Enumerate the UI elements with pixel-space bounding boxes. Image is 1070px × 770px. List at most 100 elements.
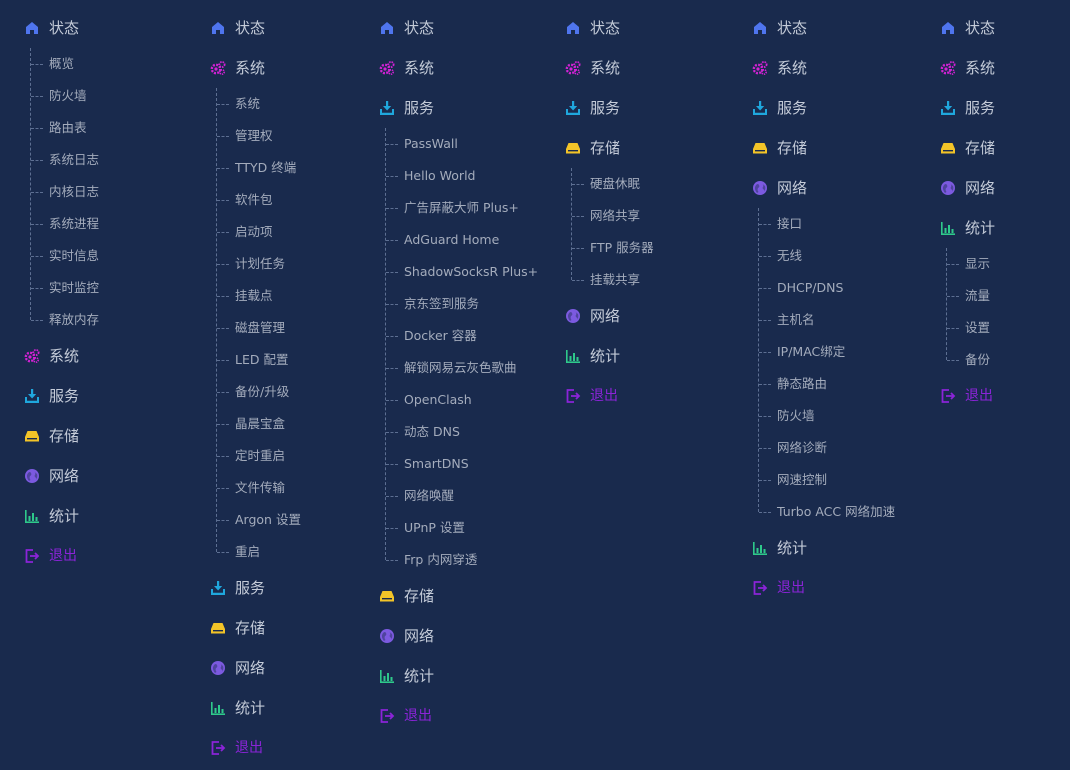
tree-branch — [217, 200, 229, 201]
globe-icon — [24, 468, 40, 484]
drive-icon — [379, 588, 395, 604]
gears-icon — [565, 60, 581, 76]
menu-item-label: 状态 — [590, 19, 621, 37]
tree-branch — [217, 392, 229, 393]
logout-icon — [379, 708, 395, 724]
menu-item-label: 网络 — [590, 307, 621, 325]
menu-item-label: 网络 — [49, 467, 80, 485]
menu-item-label: 服务 — [590, 99, 621, 117]
menu-item-label: 系统 — [777, 59, 808, 77]
submenu-item-label: Docker 容器 — [404, 328, 477, 343]
tree-branch — [217, 360, 229, 361]
tree-branch — [386, 528, 398, 529]
gears-icon — [752, 60, 768, 76]
menu-item-label: 服务 — [49, 387, 80, 405]
submenu-item-label: 内核日志 — [49, 184, 100, 199]
tree-branch — [31, 192, 43, 193]
gears-icon — [379, 60, 395, 76]
menu-item-label: 网络 — [965, 179, 996, 197]
home-icon — [210, 20, 226, 36]
home-icon — [940, 20, 956, 36]
submenu-item-label: 系统 — [235, 96, 261, 111]
tree-branch — [386, 272, 398, 273]
tree-branch — [217, 424, 229, 425]
download-tray-icon — [24, 388, 40, 404]
submenu-item-label: 广告屏蔽大师 Plus+ — [404, 200, 519, 215]
submenu-item-label: 网络共享 — [590, 208, 641, 223]
menu-item-label: 统计 — [965, 219, 996, 237]
home-icon — [752, 20, 768, 36]
tree-branch — [759, 256, 771, 257]
tree-branch — [759, 416, 771, 417]
menu-item-label: 统计 — [777, 539, 808, 557]
tree-branch — [759, 320, 771, 321]
tree-branch — [217, 104, 229, 105]
submenu-item-label: 网络唤醒 — [404, 488, 455, 503]
submenu-item-label: 设置 — [965, 320, 991, 335]
tree-branch — [759, 288, 771, 289]
tree-branch — [217, 488, 229, 489]
tree-branch — [31, 256, 43, 257]
tree-branch — [386, 336, 398, 337]
submenu-item-label: 流量 — [965, 288, 991, 303]
tree-branch — [386, 464, 398, 465]
logout-icon — [210, 740, 226, 756]
menu-item-label: 退出 — [965, 388, 993, 404]
tree-branch — [386, 368, 398, 369]
tree-branch — [31, 96, 43, 97]
drive-icon — [565, 140, 581, 156]
submenu-item-label: 路由表 — [49, 120, 87, 135]
tree-branch — [217, 168, 229, 169]
tree-line — [216, 88, 217, 552]
submenu-item-label: 系统日志 — [49, 152, 100, 167]
menu-item-label: 存储 — [235, 619, 266, 637]
drive-icon — [752, 140, 768, 156]
submenu-item-label: UPnP 设置 — [404, 520, 465, 535]
tree-branch — [31, 64, 43, 65]
tree-branch — [386, 240, 398, 241]
submenu-item-label: 实时监控 — [49, 280, 100, 295]
submenu-item-label: FTP 服务器 — [590, 240, 654, 255]
submenu-item-label: 系统进程 — [49, 216, 100, 231]
tree-branch — [759, 384, 771, 385]
tree-branch — [947, 360, 959, 361]
bar-chart-icon — [210, 700, 226, 716]
menu-item-label: 统计 — [404, 667, 435, 685]
home-icon — [565, 20, 581, 36]
submenu-item-label: 实时信息 — [49, 248, 100, 263]
submenu-item-label: ShadowSocksR Plus+ — [404, 264, 539, 279]
submenu-item-label: Hello World — [404, 168, 476, 183]
menu-item-label: 退出 — [404, 708, 432, 724]
menu-item-label: 统计 — [590, 347, 621, 365]
logout-icon — [565, 388, 581, 404]
tree-branch — [759, 224, 771, 225]
tree-branch — [386, 176, 398, 177]
gears-icon — [24, 348, 40, 364]
tree-branch — [217, 136, 229, 137]
tree-branch — [217, 520, 229, 521]
tree-branch — [217, 456, 229, 457]
submenu-item-label: 动态 DNS — [404, 424, 460, 439]
submenu-item-label: 挂载点 — [235, 288, 273, 303]
menu-item-label: 状态 — [235, 19, 266, 37]
menu-item-label: 存储 — [49, 427, 80, 445]
drive-icon — [210, 620, 226, 636]
tree-branch — [31, 320, 43, 321]
globe-icon — [210, 660, 226, 676]
tree-branch — [386, 400, 398, 401]
menu-item-label: 服务 — [777, 99, 808, 117]
menu-item-label: 统计 — [49, 507, 80, 525]
menu-item-label: 存储 — [777, 139, 808, 157]
tree-branch — [217, 552, 229, 553]
tree-branch — [31, 288, 43, 289]
tree-branch — [759, 480, 771, 481]
submenu-item-label: Turbo ACC 网络加速 — [777, 504, 896, 519]
menu-item-label: 存储 — [404, 587, 435, 605]
menu-item-label: 服务 — [404, 99, 435, 117]
submenu-item-label: 防火墙 — [777, 408, 815, 423]
submenu-item-label: 计划任务 — [235, 256, 286, 271]
tree-branch — [217, 328, 229, 329]
submenu-item-label: 晶晨宝盒 — [235, 416, 286, 431]
submenu-item-label: AdGuard Home — [404, 232, 500, 247]
submenu-item-label: IP/MAC绑定 — [777, 344, 846, 359]
